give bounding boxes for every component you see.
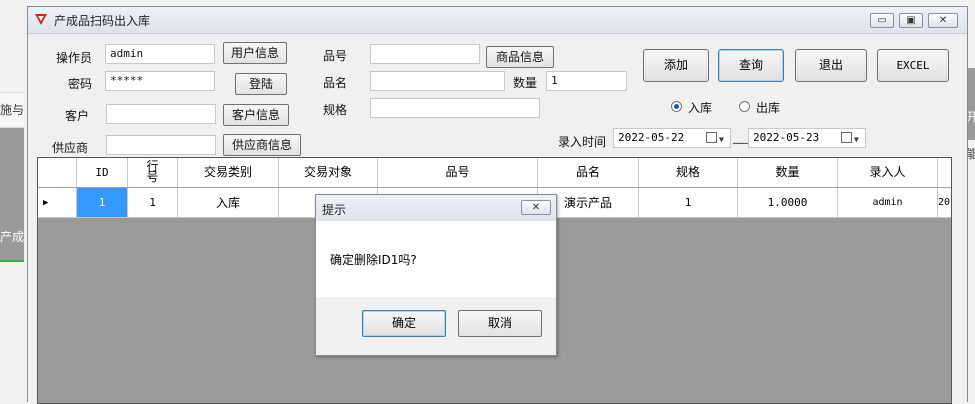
background-tab-active-label: 产成 (0, 230, 25, 244)
supplier-input[interactable] (106, 135, 216, 155)
column-header-line-text: 行号 (146, 159, 159, 184)
column-header-name[interactable]: 品名 (538, 158, 639, 187)
out-radio-label[interactable]: 出库 (756, 99, 780, 116)
product-info-button[interactable]: 商品信息 (486, 46, 554, 68)
cell-type[interactable]: 入库 (178, 188, 279, 218)
chevron-down-icon[interactable]: ▼ (854, 131, 859, 149)
query-button[interactable]: 查询 (718, 49, 784, 82)
column-header-line[interactable]: 行号 (128, 158, 178, 187)
supplier-info-button[interactable]: 供应商信息 (223, 134, 301, 156)
calendar-icon[interactable] (841, 132, 852, 143)
grid-corner (38, 158, 77, 187)
background-tab-label: 施与 (0, 103, 24, 117)
column-header-spec[interactable]: 规格 (639, 158, 738, 187)
column-header-extra[interactable] (938, 158, 951, 187)
minimize-button[interactable]: ▭ (870, 13, 894, 28)
entry-time-label: 录入时间 (558, 135, 607, 149)
item-name-input[interactable] (370, 71, 505, 91)
background-tab-active[interactable]: 产成 (0, 128, 24, 262)
column-header-item-no[interactable]: 品号 (378, 158, 538, 187)
spec-label: 规格 (323, 103, 348, 117)
maximize-button[interactable]: ▣ (899, 13, 923, 28)
dialog-cancel-button[interactable]: 取消 (458, 310, 542, 337)
in-radio[interactable] (671, 101, 682, 112)
quantity-input[interactable]: 1 (546, 71, 627, 91)
cell-user[interactable]: admin (838, 188, 938, 218)
dialog-message: 确定删除ID1吗? (330, 253, 417, 267)
login-button[interactable]: 登陆 (235, 73, 287, 95)
operator-label: 操作员 (56, 51, 93, 65)
spec-input[interactable] (370, 98, 540, 118)
out-radio[interactable] (739, 101, 750, 112)
date-to-value: 2022-05-23 (753, 131, 820, 144)
window-title: 产成品扫码出入库 (54, 14, 151, 28)
item-no-input[interactable] (370, 44, 480, 64)
dialog-title: 提示 (322, 203, 347, 217)
background-tab[interactable]: 施与 (0, 92, 24, 128)
column-header-party[interactable]: 交易对象 (279, 158, 378, 187)
column-header-qty[interactable]: 数量 (738, 158, 838, 187)
customer-label: 客户 (65, 109, 90, 123)
item-no-label: 品号 (323, 49, 348, 63)
exit-button[interactable]: 退出 (795, 49, 867, 82)
dialog-ok-button[interactable]: 确定 (362, 310, 446, 337)
date-from-picker[interactable]: 2022-05-22 ▼ (613, 128, 731, 148)
dialog-titlebar[interactable]: 提示 ✕ (316, 195, 556, 221)
date-to-picker[interactable]: 2022-05-23 ▼ (748, 128, 866, 148)
dialog-close-button[interactable]: ✕ (521, 200, 551, 215)
window-titlebar[interactable]: 产成品扫码出入库 ▭ ▣ ✕ (28, 7, 967, 34)
cell-line[interactable]: 1 (128, 188, 178, 218)
cell-qty[interactable]: 1.0000 (738, 188, 838, 218)
quantity-label: 数量 (513, 76, 538, 90)
column-header-user[interactable]: 录入人 (838, 158, 938, 187)
user-info-button[interactable]: 用户信息 (223, 42, 287, 64)
cell-spec[interactable]: 1 (639, 188, 738, 218)
operator-input[interactable]: admin (105, 44, 215, 64)
customer-input[interactable] (106, 104, 216, 124)
row-selector-arrow-icon[interactable]: ▶ (38, 188, 77, 218)
supplier-label: 供应商 (52, 141, 89, 155)
chevron-down-icon[interactable]: ▼ (719, 131, 724, 149)
confirm-dialog: 提示 ✕ 确定删除ID1吗? 确定 取消 (315, 194, 557, 356)
password-label: 密码 (68, 77, 93, 91)
grid-header: ID 行号 交易类别 交易对象 品号 品名 规格 数量 录入人 (38, 158, 951, 188)
cell-extra[interactable]: 20 (938, 188, 951, 218)
close-button[interactable]: ✕ (928, 13, 958, 28)
customer-info-button[interactable]: 客户信息 (223, 104, 289, 126)
column-header-id[interactable]: ID (77, 158, 128, 187)
excel-button[interactable]: EXCEL (877, 49, 949, 82)
column-header-type[interactable]: 交易类别 (178, 158, 279, 187)
dialog-body: 确定删除ID1吗? (316, 221, 556, 297)
add-button[interactable]: 添加 (643, 49, 709, 82)
calendar-icon[interactable] (706, 132, 717, 143)
cell-id[interactable]: 1 (77, 188, 128, 218)
password-input[interactable]: ***** (105, 71, 215, 91)
date-from-value: 2022-05-22 (618, 131, 685, 144)
in-radio-label[interactable]: 入库 (688, 99, 712, 116)
item-name-label: 品名 (323, 76, 348, 90)
app-logo-icon (35, 14, 47, 25)
